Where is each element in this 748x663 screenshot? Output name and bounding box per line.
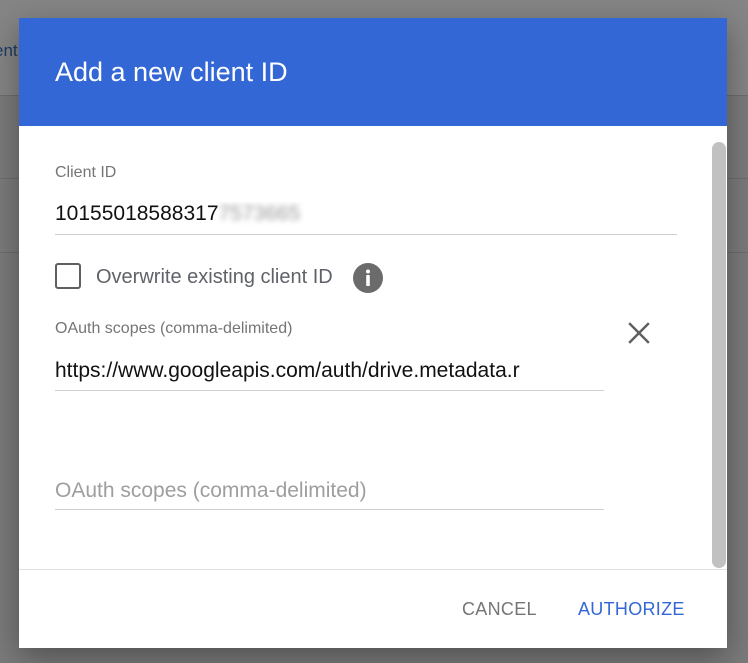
client-id-value: 10155018588317 <box>55 202 219 225</box>
client-id-field[interactable]: 101550185883177573665 <box>55 202 677 226</box>
add-client-id-dialog: Add a new client ID Client ID 1015501858… <box>19 18 727 648</box>
background-text-fragment: ent <box>0 41 18 60</box>
client-id-underline <box>55 234 677 235</box>
info-icon[interactable] <box>353 263 383 293</box>
overwrite-checkbox[interactable] <box>55 263 81 289</box>
overwrite-checkbox-label[interactable]: Overwrite existing client ID <box>96 266 333 289</box>
oauth-scopes-label: OAuth scopes (comma-delimited) <box>55 320 293 337</box>
close-icon[interactable] <box>624 318 654 348</box>
dialog-scrollbar-thumb[interactable] <box>712 142 726 568</box>
oauth-scopes-field[interactable]: https://www.googleapis.com/auth/drive.me… <box>55 359 604 383</box>
cancel-button[interactable]: CANCEL <box>462 599 537 620</box>
client-id-label: Client ID <box>55 164 117 181</box>
dialog-header: Add a new client ID <box>19 18 727 126</box>
new-oauth-scopes-underline <box>55 509 604 510</box>
oauth-scopes-underline <box>55 390 604 391</box>
dialog-footer-divider <box>19 569 727 570</box>
client-id-redacted-value: 7573665 <box>218 202 301 225</box>
new-oauth-scopes-input[interactable] <box>55 476 604 506</box>
authorize-button[interactable]: AUTHORIZE <box>578 599 685 620</box>
dialog-title: Add a new client ID <box>55 57 288 87</box>
